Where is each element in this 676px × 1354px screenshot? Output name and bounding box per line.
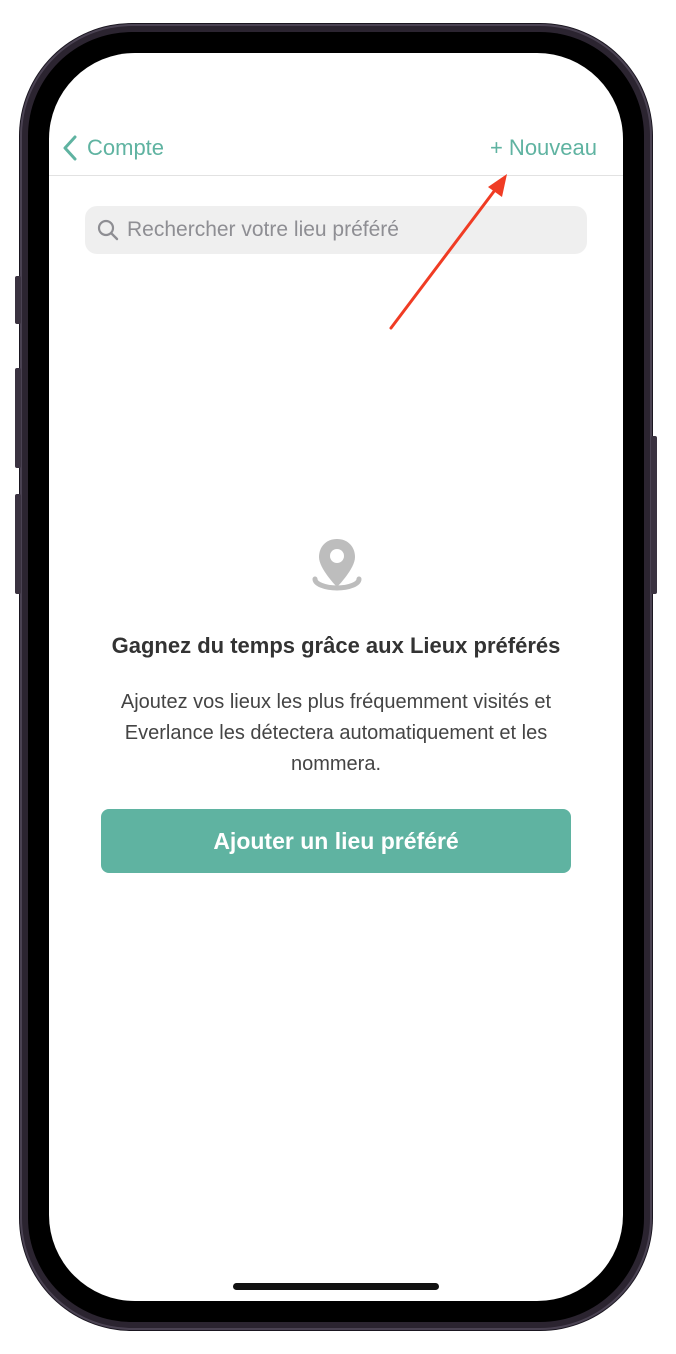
volume-up-button (15, 368, 21, 468)
back-button[interactable]: Compte (63, 131, 164, 165)
power-button (651, 436, 657, 594)
search-input[interactable] (125, 217, 569, 243)
volume-down-button (15, 494, 21, 594)
back-button-label: Compte (87, 135, 165, 160)
search-icon (97, 219, 119, 241)
empty-state-description: Ajoutez vos lieux les plus fréquemment v… (120, 691, 552, 775)
chevron-left-icon (63, 135, 77, 161)
screenshot-stage: Compte + Nouveau Gagnez du temps grâce a… (0, 0, 676, 1354)
phone-screen: Compte + Nouveau Gagnez du temps grâce a… (49, 53, 623, 1301)
new-place-button[interactable]: + Nouveau (490, 131, 597, 165)
search-bar[interactable] (85, 206, 587, 254)
location-pin-icon (312, 539, 362, 591)
add-favorite-place-button[interactable]: Ajouter un lieu préféré (101, 809, 571, 873)
mute-switch (15, 276, 21, 324)
home-indicator (233, 1283, 439, 1290)
navigation-bar: Compte + Nouveau (49, 123, 623, 176)
empty-state-headline: Gagnez du temps grâce aux Lieux préférés (111, 633, 561, 658)
